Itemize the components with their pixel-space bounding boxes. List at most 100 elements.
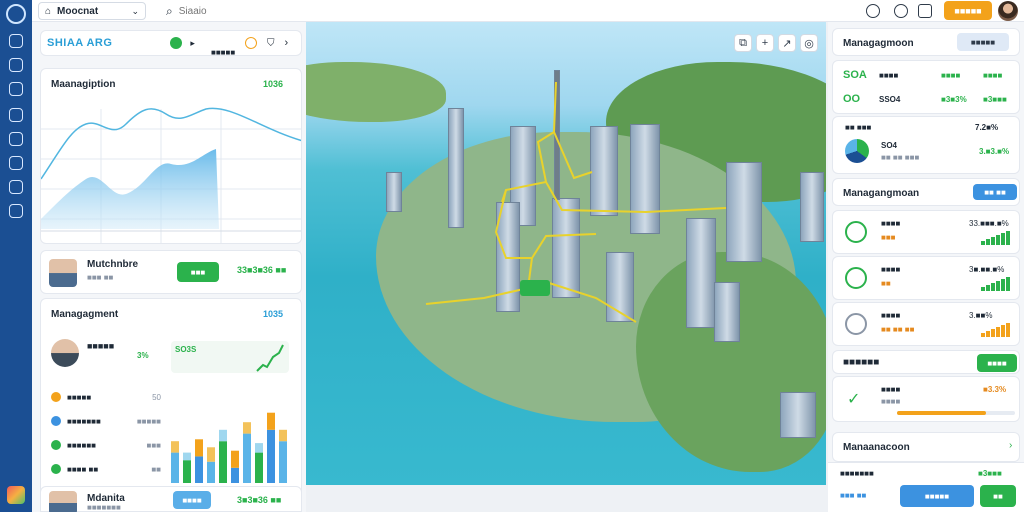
profile-button[interactable]: ■■■ [177,262,219,282]
pie-value: 3.■3.■% [979,147,1010,156]
trend-bar [996,327,1000,337]
nav-map-icon[interactable] [9,58,23,72]
bar-segment [267,429,275,483]
shield-icon[interactable]: ⛉ [267,38,275,49]
footer-chevron-icon[interactable]: › [1009,440,1012,451]
check-icon: ✓ [847,391,861,408]
footer-avatar [49,491,77,512]
trend-bar [996,235,1000,245]
management-title: Managagment [51,309,119,320]
nav-home-icon[interactable] [9,34,23,48]
pie-card: ■■ ■■■ 7.2■% SO4 ■■ ■■ ■■■ 3.■3.■% [832,116,1020,174]
footer-header: Manaanacoon › [832,432,1020,462]
item-value: 50 [152,392,161,402]
profile-card: Mutchnbre ■■■ ■■ ■■■ 33■3■36 ■■ [40,250,302,294]
bar-segment [195,456,203,483]
settings-icon[interactable] [918,4,932,18]
trend-bar [1006,323,1010,337]
item-sub: ■■ [881,279,891,288]
footer-secondary-button[interactable]: ■■ [980,485,1016,507]
management-card: Managagment 1035 ■■■■■ 3% SO3S ■■■■■ 50 ■■… [40,298,302,504]
workspace-icon: ⌂ [45,5,52,17]
bar-segment [207,447,215,462]
left-panel: SHIAA ARG ▸ ⛉ › ■■■■■ Maanagiption 1036 [32,22,306,512]
management-list-item[interactable]: ■■■■■ 50 [51,385,161,409]
map-measure-icon[interactable]: ↗ [778,34,796,52]
item-label: ■■■■■ [67,392,92,402]
item-label: ■■■■■■ [67,440,96,450]
user-avatar[interactable] [998,1,1018,21]
management-list-item[interactable]: ■■■■■■■ ■■■■■ [51,409,161,433]
item-name: ■■■■ [881,311,901,320]
nav-location-icon[interactable] [9,156,23,170]
chevron-right-icon[interactable]: › [284,37,288,49]
item-status-icon [51,416,61,426]
play-icon[interactable]: ▸ [190,38,195,49]
nav-chart-icon[interactable] [9,108,23,122]
search-bar[interactable]: ⌕ [160,2,700,20]
progress-fill [897,411,986,415]
timer-icon[interactable] [244,37,257,49]
pie-chart-icon [845,139,869,163]
nav-settings-icon[interactable] [9,204,23,218]
right-footer: ■■■■■■■ ■3■■■ ■■■ ■■ ■■■■■ ■■ [828,462,1024,512]
trend-sparkbar [981,323,1011,339]
footer-button[interactable]: ■■■■ [173,491,211,509]
item-name: ■■■■ [881,219,901,228]
right-header-2-button[interactable]: ■■ ■■ [973,184,1017,200]
help-icon[interactable] [894,4,908,18]
nav-layers-icon[interactable] [9,82,23,96]
trend-bar [981,241,985,245]
item-value: ■■ [151,464,161,474]
right-list-item[interactable]: ■■■■ ■■■ 33.■■■.■% [832,210,1020,254]
item-label: ■■■■■■■ [67,416,101,426]
map-zoom-icon[interactable]: + [756,34,774,52]
chevron-down-icon: ⌄ [131,5,139,16]
nav-refresh-icon[interactable] [9,180,23,194]
footer-value: 3■3■36 ■■ [237,495,282,505]
management-list-item[interactable]: ■■■■■■ ■■■ [51,433,161,457]
bar-segment [171,441,179,453]
trend-bar [1001,279,1005,291]
stats-v1: ■■■■ [941,71,961,80]
route-overlay [425,81,727,323]
map-locate-icon[interactable]: ◎ [800,34,818,52]
bar-segment [171,452,179,483]
nav-list-icon[interactable] [9,132,23,146]
footer-list-value: ■3■■■ [978,469,1002,478]
item-label: ■■■■ ■■ [67,464,99,474]
map-pin-icon[interactable] [520,280,550,296]
stats-name: ■■■■ [879,71,899,80]
notification-icon[interactable] [866,4,880,18]
trend-sparkbar [981,277,1011,293]
item-sub: ■■■ [881,233,896,242]
trend-bar [996,281,1000,291]
profile-name: Mutchnbre [87,259,139,270]
status-toggle-icon[interactable] [170,37,183,49]
item-value: 3■.■■.■% [969,265,1005,274]
management-list: ■■■■■ 50 ■■■■■■■ ■■■■■ ■■■■■■ ■■■ ■■■■ ■■ ■■ [51,385,161,481]
bar-segment [231,467,239,483]
section-button[interactable]: ■■■■ [977,354,1017,372]
item-icon [845,267,867,289]
right-list-item[interactable]: ■■■■ ■■ ■■ ■■ 3.■■% [832,302,1020,346]
stats-label: OO [843,93,861,105]
city-map-view[interactable]: ⧉ + ↗ ◎ [306,22,826,485]
search-input[interactable] [178,5,579,17]
bar-segment [231,450,239,468]
map-layers-icon[interactable]: ⧉ [734,34,752,52]
footer-primary-button[interactable]: ■■■■■ [900,485,974,507]
footer-list-sub: ■■■ ■■ [840,491,867,500]
app-logo-icon[interactable] [6,4,26,24]
brand-icon[interactable] [7,486,25,504]
management-list-item[interactable]: ■■■■ ■■ ■■ [51,457,161,481]
right-header-button[interactable]: ■■■■■ [957,33,1009,51]
primary-action-button[interactable]: ■■■■■ [944,1,992,20]
stats-label: SOA [843,69,867,81]
pie-name: SO4 [881,141,898,150]
trend-sparkbar [981,231,1011,247]
chart-card: Maanagiption 1036 [40,68,302,244]
right-list-item[interactable]: ■■■■ ■■ 3■.■■.■% [832,256,1020,300]
workspace-selector[interactable]: ⌂ Moocnat ⌄ [38,2,146,20]
item-value: ■■■■■ [136,416,161,426]
